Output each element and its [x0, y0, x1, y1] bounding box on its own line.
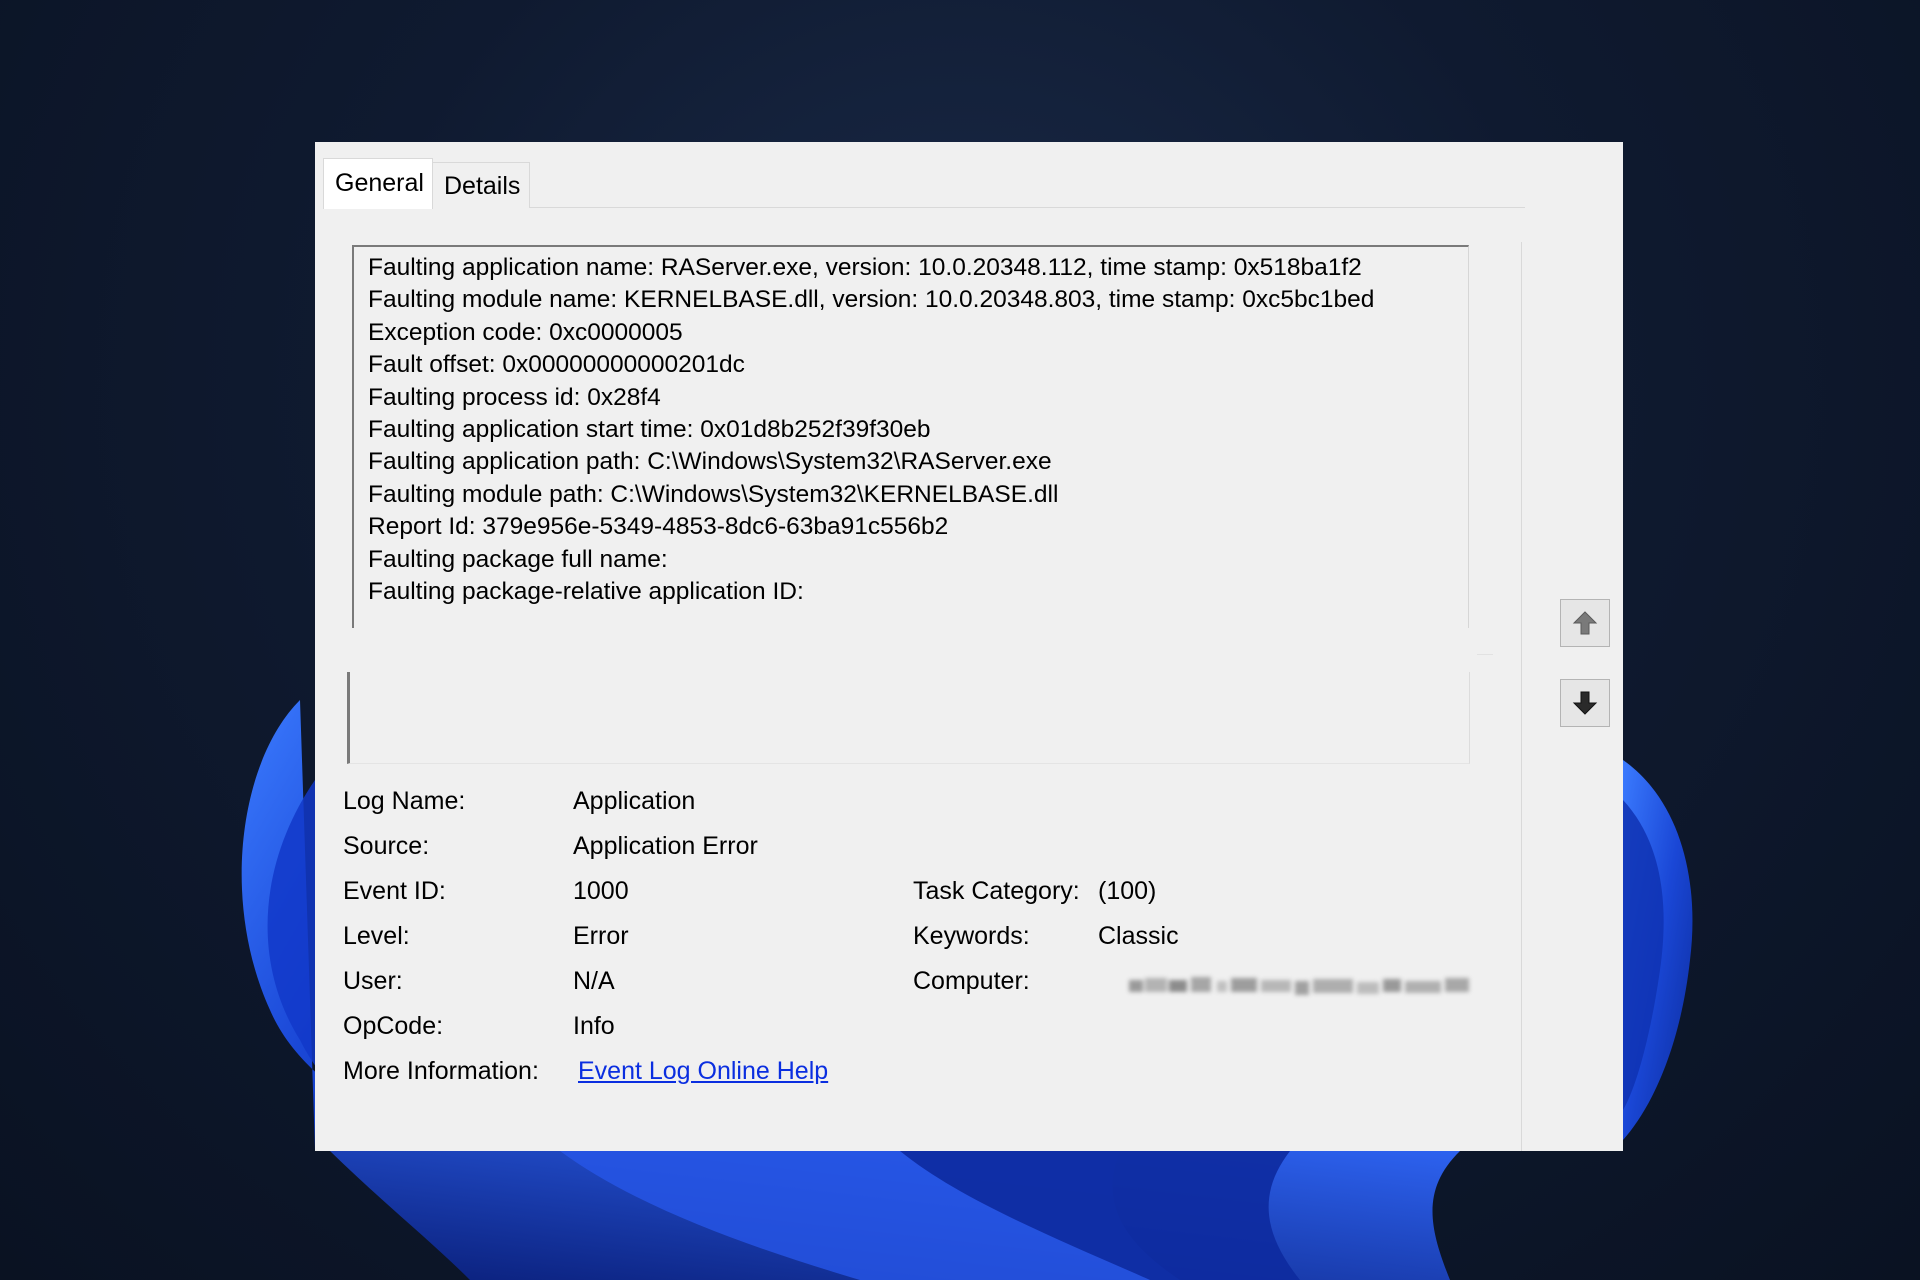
- level-value: Error: [573, 922, 629, 950]
- arrow-down-icon: [1572, 691, 1598, 715]
- level-label: Level:: [343, 922, 410, 950]
- secondary-text-box[interactable]: [347, 672, 1470, 764]
- computer-value-redacted: [1129, 977, 1469, 995]
- description-line: Faulting application path: C:\Windows\Sy…: [368, 448, 1052, 476]
- description-line: Faulting application name: RAServer.exe,…: [368, 254, 1362, 281]
- event-log-online-help-link[interactable]: Event Log Online Help: [578, 1056, 828, 1086]
- bloom-shape-bottom: [330, 1151, 1460, 1280]
- panel-divider: [1521, 242, 1522, 1151]
- tab-general[interactable]: General: [323, 158, 433, 209]
- divider: [1477, 654, 1493, 655]
- description-line: Report Id: 379e956e-5349-4853-8dc6-63ba9…: [368, 513, 949, 541]
- tab-bar: General Details: [323, 158, 1513, 209]
- source-label: Source:: [343, 832, 430, 860]
- bloom-shape-right: [1623, 760, 1693, 1140]
- description-line: Faulting package-relative application ID…: [368, 577, 804, 605]
- log-name-label: Log Name:: [343, 787, 466, 815]
- computer-label: Computer:: [913, 967, 1030, 995]
- more-information-label: More Information:: [343, 1057, 539, 1085]
- description-line: Faulting process id: 0x28f4: [368, 383, 661, 411]
- arrow-up-icon: [1572, 611, 1598, 635]
- task-category-label: Task Category:: [913, 877, 1080, 905]
- tab-details[interactable]: Details: [432, 162, 530, 208]
- description-line: Faulting module name: KERNELBASE.dll, ve…: [368, 286, 1375, 314]
- keywords-value: Classic: [1098, 922, 1179, 950]
- opcode-value: Info: [573, 1012, 615, 1040]
- user-label: User:: [343, 967, 403, 995]
- user-value: N/A: [573, 967, 615, 995]
- event-properties-grid: Log Name: Application Source: Applicatio…: [343, 786, 1503, 1116]
- next-event-button[interactable]: [1560, 679, 1610, 727]
- event-id-label: Event ID:: [343, 877, 446, 905]
- event-description-text[interactable]: Faulting application name: RAServer.exe,…: [352, 245, 1469, 628]
- task-category-value: (100): [1098, 877, 1157, 905]
- opcode-label: OpCode:: [343, 1012, 444, 1040]
- previous-event-button[interactable]: [1560, 599, 1610, 647]
- description-line: Faulting package full name:: [368, 545, 668, 573]
- source-value: Application Error: [573, 832, 758, 860]
- description-line: Fault offset: 0x00000000000201dc: [368, 351, 745, 379]
- event-properties-dialog: General Details Faulting application nam…: [315, 142, 1623, 1151]
- description-line: Faulting module path: C:\Windows\System3…: [368, 480, 1059, 508]
- description-line: Faulting application start time: 0x01d8b…: [368, 415, 931, 443]
- keywords-label: Keywords:: [913, 922, 1030, 950]
- log-name-value: Application: [573, 787, 696, 815]
- event-id-value: 1000: [573, 877, 629, 905]
- description-line: Exception code: 0xc0000005: [368, 318, 683, 346]
